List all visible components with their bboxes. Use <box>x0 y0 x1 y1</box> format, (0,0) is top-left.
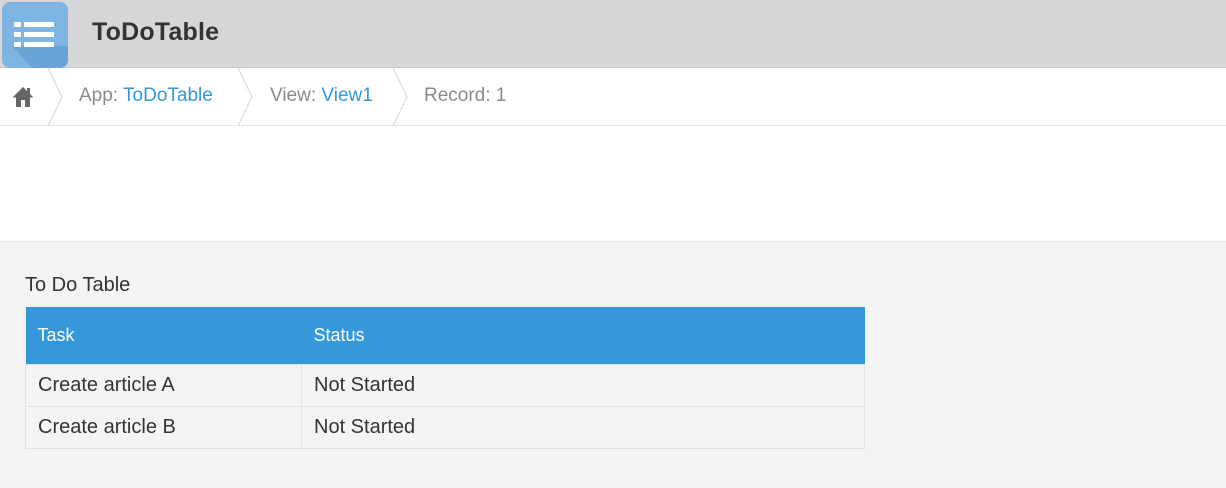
status-cell: Not Started <box>301 405 865 449</box>
breadcrumb-separator <box>237 68 253 126</box>
breadcrumb: App: ToDoTable View: View1 Record: 1 <box>0 68 1226 126</box>
list-table-icon[interactable] <box>2 2 68 68</box>
subtable-title: To Do Table <box>25 274 131 296</box>
breadcrumb-app: App: ToDoTable <box>79 85 213 107</box>
record-area: To Do Table Task Status Create article A… <box>0 241 1226 488</box>
breadcrumb-separator <box>392 68 408 126</box>
app-header: ToDoTable <box>0 0 1226 68</box>
table-row: Create article A Not Started <box>25 363 865 407</box>
breadcrumb-view: View: View1 <box>270 85 373 107</box>
breadcrumb-view-prefix: View: <box>270 85 322 106</box>
task-cell: Create article B <box>25 405 302 449</box>
breadcrumb-separator <box>47 68 63 126</box>
breadcrumb-app-link[interactable]: ToDoTable <box>123 85 213 106</box>
breadcrumb-app-prefix: App: <box>79 85 124 106</box>
todo-table: Task Status Create article A Not Started… <box>25 307 865 449</box>
table-row: Create article B Not Started <box>25 405 865 449</box>
status-cell: Not Started <box>301 363 865 407</box>
home-icon[interactable] <box>11 85 35 109</box>
breadcrumb-record: Record: 1 <box>424 85 507 106</box>
app-title: ToDoTable <box>92 18 220 46</box>
column-header-task: Task <box>25 307 302 364</box>
column-header-status: Status <box>301 307 865 364</box>
breadcrumb-view-link[interactable]: View1 <box>321 85 372 106</box>
task-cell: Create article A <box>25 363 302 407</box>
table-header-row: Task Status <box>25 307 865 364</box>
